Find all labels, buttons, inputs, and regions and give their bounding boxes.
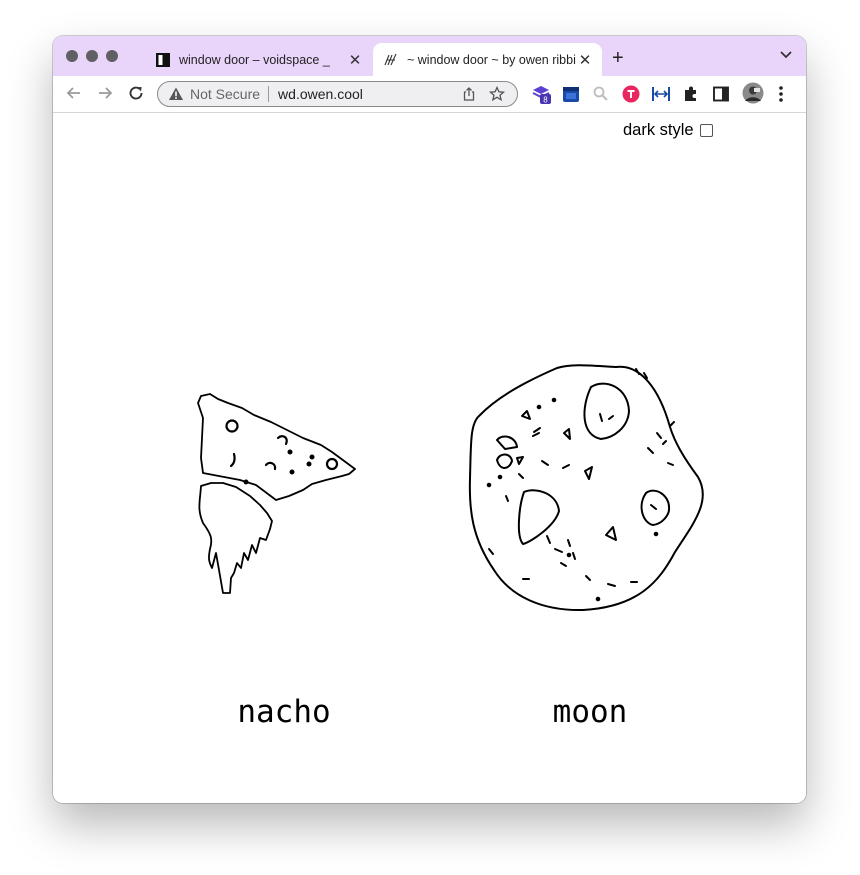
address-bar[interactable]: Not Secure wd.owen.cool <box>157 81 518 107</box>
url-text[interactable]: wd.owen.cool <box>278 86 461 102</box>
nacho-caption: nacho <box>237 694 330 730</box>
reload-icon[interactable] <box>127 84 145 102</box>
browser-toolbar: Not Secure wd.owen.cool 8 <box>53 76 806 113</box>
tab-title: ~ window door ~ by owen ribbit <box>407 52 576 67</box>
voidspace-favicon-icon <box>156 52 170 67</box>
tab-close-icon[interactable]: ✕ <box>346 51 364 69</box>
tab-close-icon[interactable]: ✕ <box>576 51 594 69</box>
minimize-window-button[interactable] <box>86 50 98 62</box>
tab-title: window door – voidspace _ <box>179 52 330 67</box>
not-secure-label[interactable]: Not Secure <box>190 86 260 102</box>
page-drawings: nacho moon <box>197 364 704 730</box>
forward-arrow-icon[interactable] <box>96 84 114 102</box>
browser-menu-kebab-icon[interactable] <box>775 84 787 104</box>
extension-pink-circle-icon[interactable] <box>621 84 641 104</box>
extensions-puzzle-icon[interactable] <box>681 84 701 104</box>
moon-drawing[interactable] <box>468 364 704 612</box>
extension-ics-calendar-icon[interactable] <box>561 84 581 104</box>
page-content: dark style nacho moon <box>53 113 806 803</box>
magnifier-search-icon[interactable] <box>591 84 611 104</box>
moon-caption: moon <box>553 694 628 730</box>
extension-purple-stack-icon[interactable]: 8 <box>531 84 551 104</box>
profile-avatar[interactable] <box>742 82 764 104</box>
new-tab-button[interactable]: + <box>612 48 624 68</box>
extension-resize-width-icon[interactable] <box>651 84 671 104</box>
tab-voidspace[interactable]: window door – voidspace _ ✕ <box>145 43 372 76</box>
address-separator <box>268 86 270 102</box>
bookmark-star-icon[interactable] <box>489 86 505 102</box>
zoom-window-button[interactable] <box>106 50 118 62</box>
nacho-drawing[interactable] <box>197 393 356 594</box>
browser-window: window door – voidspace _ ✕ ~ window doo… <box>53 36 806 803</box>
side-panel-icon[interactable] <box>711 84 731 104</box>
tab-window-door[interactable]: ~ window door ~ by owen ribbit ✕ <box>373 43 602 76</box>
warning-triangle-icon[interactable] <box>168 86 184 102</box>
extension-badge-count: 8 <box>543 96 548 105</box>
close-window-button[interactable] <box>66 50 78 62</box>
window-door-favicon-icon <box>384 53 397 65</box>
back-arrow-icon[interactable] <box>65 84 83 102</box>
tab-strip: window door – voidspace _ ✕ ~ window doo… <box>53 36 806 76</box>
tab-search-chevron-down-icon[interactable] <box>780 50 792 60</box>
share-icon[interactable] <box>461 86 477 102</box>
